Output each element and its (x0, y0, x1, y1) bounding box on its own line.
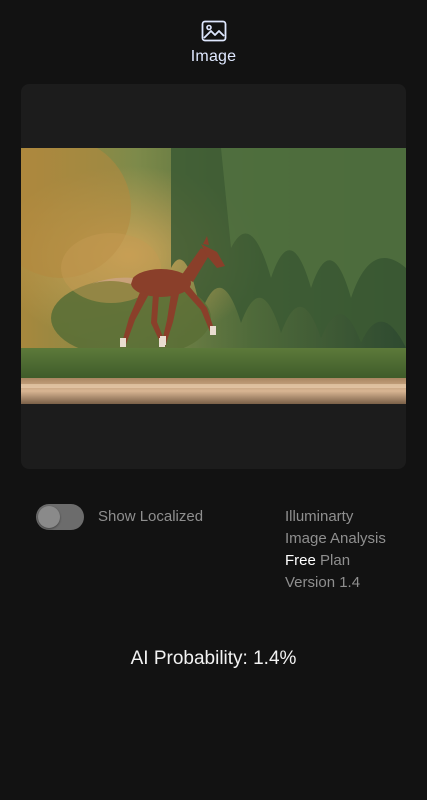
app-version: Version 1.4 (285, 574, 361, 591)
show-localized-label: Show Localized (98, 508, 204, 525)
app-info: Illuminarty Image Analysis Free Plan Ver… (285, 506, 386, 594)
horse-photo (21, 148, 406, 404)
app-page: Image Show Localized Illuminarty Image A… (0, 0, 427, 800)
app-name: Illuminarty (285, 508, 354, 525)
ai-probability-result: AI Probability: 1.4% (130, 648, 297, 669)
plan-free: Free (285, 552, 316, 569)
app-subtitle: Image Analysis (285, 530, 386, 547)
tab-image-label: Image (190, 48, 237, 65)
image-icon (201, 20, 226, 42)
toggle-knob (38, 506, 60, 528)
plan-line: Free Plan (285, 550, 386, 572)
image-preview-card[interactable] (21, 84, 406, 469)
show-localized-toggle[interactable] (36, 504, 84, 530)
plan-suffix: Plan (315, 552, 351, 569)
tab-image[interactable]: Image (0, 16, 427, 76)
